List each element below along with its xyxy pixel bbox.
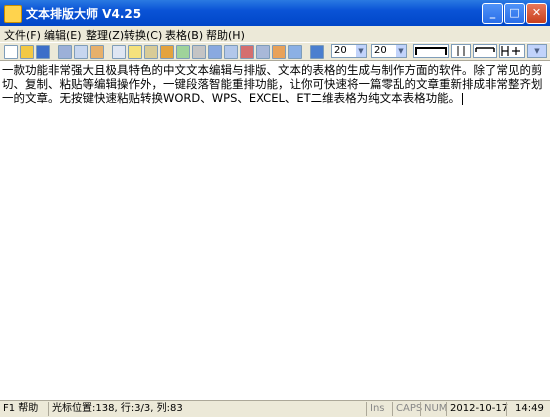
status-date: 2012-10-17 xyxy=(446,402,508,416)
window-title: 文本排版大师 V4.25 xyxy=(26,7,142,21)
align-icon[interactable] xyxy=(208,45,222,59)
table-cross-icon xyxy=(501,46,520,56)
column-icon xyxy=(457,46,465,56)
menu-edit[interactable]: 编辑(E) xyxy=(44,27,82,43)
frame-top-icon xyxy=(415,47,447,55)
font-size-value-1: 20 xyxy=(334,45,347,56)
close-button[interactable]: ✕ xyxy=(526,3,547,24)
menu-convert[interactable]: 转换(C) xyxy=(124,27,162,43)
grid-icon[interactable] xyxy=(310,45,324,59)
replace-icon[interactable] xyxy=(74,45,88,59)
title-bar[interactable]: 文本排版大师 V4.25 _ □ ✕ xyxy=(0,0,550,26)
merge-icon[interactable] xyxy=(272,45,286,59)
table-frame-style-button[interactable] xyxy=(413,44,449,58)
table-cross-button[interactable] xyxy=(499,44,525,58)
copy-icon[interactable] xyxy=(128,45,142,59)
minimize-button[interactable]: _ xyxy=(482,3,503,24)
undo-icon[interactable] xyxy=(90,45,104,59)
menu-arrange[interactable]: 整理(Z) xyxy=(86,27,124,43)
table-icon[interactable] xyxy=(256,45,270,59)
menu-file[interactable]: 文件(F) xyxy=(4,27,41,43)
table-column-button[interactable] xyxy=(451,44,471,58)
arrange-icon[interactable] xyxy=(176,45,190,59)
status-caps: CAPS xyxy=(392,402,422,416)
table-row-button[interactable] xyxy=(473,44,497,58)
editor-content[interactable]: 一款功能非常强大且极具特色的中文文本编辑与排版、文本的表格的生成与制作方面的软件… xyxy=(2,63,548,105)
status-help: F1 帮助 xyxy=(3,403,39,414)
frame-style-select[interactable]: ▼ xyxy=(527,44,547,58)
text-caret xyxy=(462,92,464,105)
text-editor[interactable]: 一款功能非常强大且极具特色的中文文本编辑与排版、文本的表格的生成与制作方面的软件… xyxy=(0,60,550,400)
row-icon xyxy=(475,47,495,52)
font-size-select-2[interactable]: 20 ▼ xyxy=(371,44,407,58)
color-icon[interactable] xyxy=(240,45,254,59)
save-icon[interactable] xyxy=(36,45,50,59)
paste-icon[interactable] xyxy=(144,45,158,59)
maximize-button[interactable]: □ xyxy=(504,3,525,24)
find-icon[interactable] xyxy=(58,45,72,59)
chevron-down-icon[interactable]: ▼ xyxy=(356,45,366,57)
convert-icon[interactable] xyxy=(192,45,206,59)
font-size-value-2: 20 xyxy=(374,45,387,56)
indent-icon[interactable] xyxy=(224,45,238,59)
cut-icon[interactable] xyxy=(112,45,126,59)
open-folder-icon[interactable] xyxy=(20,45,34,59)
menu-table[interactable]: 表格(B) xyxy=(165,27,203,43)
status-cursor-position: 光标位置:138, 行:3/3, 列:83 xyxy=(48,402,366,416)
status-bar: F1 帮助 光标位置:138, 行:3/3, 列:83 Ins CAPS NUM… xyxy=(0,400,550,417)
font-size-select-1[interactable]: 20 ▼ xyxy=(331,44,367,58)
status-time: 14:49 xyxy=(506,402,550,416)
menu-help[interactable]: 帮助(H) xyxy=(206,27,245,43)
status-ins: Ins xyxy=(366,402,392,416)
app-icon xyxy=(4,5,22,23)
format-icon[interactable] xyxy=(160,45,174,59)
wrap-icon[interactable] xyxy=(288,45,302,59)
menu-bar: 文件(F) 编辑(E) 整理(Z) 转换(C) 表格(B) 帮助(H) xyxy=(0,26,550,42)
status-num: NUM xyxy=(420,402,447,416)
chevron-down-icon[interactable]: ▼ xyxy=(396,45,406,57)
chevron-down-icon[interactable]: ▼ xyxy=(528,45,546,57)
new-file-icon[interactable] xyxy=(4,45,18,59)
toolbar: 20 ▼ 20 ▼ ▼ xyxy=(0,42,550,61)
